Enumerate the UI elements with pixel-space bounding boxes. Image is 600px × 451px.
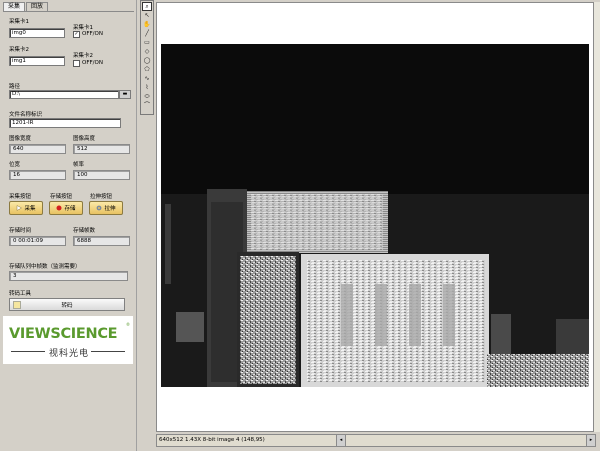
record-icon — [56, 205, 62, 211]
filename-input[interactable]: 1201-IR — [9, 118, 121, 128]
line-tool-icon[interactable]: ╱ — [142, 30, 152, 38]
fps-value: 100 — [73, 170, 130, 180]
depth-label: 位宽 — [9, 162, 21, 168]
pan-tool-icon[interactable]: ✋ — [142, 21, 152, 29]
card1-label: 采集卡1 — [9, 19, 29, 25]
tab-content: 采集卡1 img0 采集卡2 img1 采集卡1 ✓ OFF/ON 采集卡2 O… — [3, 11, 134, 312]
annulus-tool-icon[interactable]: ◯ — [142, 57, 152, 65]
card2-label: 采集卡2 — [9, 47, 29, 53]
store-time-value: 0 00:01:09 — [9, 236, 66, 246]
acq-btn-label: 采集按钮 — [9, 194, 32, 200]
convert-icon — [13, 301, 21, 309]
width-value: 640 — [9, 144, 66, 154]
image-display[interactable] — [156, 2, 594, 432]
logo-divider-right — [91, 351, 125, 352]
folder-icon: ▬ — [122, 91, 128, 97]
acquire-button[interactable]: 采集 — [9, 201, 43, 215]
chk2-group-label: 采集卡2 — [73, 53, 93, 59]
scroll-left-arrow-icon[interactable]: ◂ — [337, 435, 346, 446]
store-btn-label: 存储按钮 — [50, 194, 73, 200]
rotated-rect-tool-icon[interactable]: ◇ — [142, 48, 152, 56]
display-top-area — [157, 3, 593, 43]
filename-label: 文件名称标识 — [9, 112, 43, 118]
infrared-image — [161, 44, 589, 387]
store-button[interactable]: 存储 — [49, 201, 83, 215]
tab-acquire[interactable]: 采集 — [3, 2, 26, 11]
scroll-right-arrow-icon[interactable]: ▸ — [586, 435, 595, 446]
height-value: 512 — [73, 144, 130, 154]
card2-input[interactable]: img1 — [9, 56, 65, 66]
card1-checkbox-text: OFF/ON — [82, 31, 103, 37]
card1-input[interactable]: img0 — [9, 28, 65, 38]
depth-value: 16 — [9, 170, 66, 180]
chk1-group-label: 采集卡1 — [73, 25, 93, 31]
freehand-tool-icon[interactable]: ∿ — [142, 75, 152, 83]
broken-line-tool-icon[interactable]: ⌒ — [142, 102, 152, 110]
path-label: 路径 — [9, 84, 21, 90]
store-frames-label: 存储帧数 — [73, 228, 96, 234]
logo-divider-left — [11, 351, 45, 352]
card2-checkbox[interactable] — [73, 60, 80, 67]
polyline-tool-icon[interactable]: ⌇ — [142, 84, 152, 92]
brand-logo: VIEWSCIENCE ® 视科光电 — [3, 316, 133, 364]
polygon-tool-icon[interactable]: ⬠ — [142, 66, 152, 74]
pointer-tool-icon[interactable]: ↖ — [142, 12, 152, 20]
path-input[interactable]: D:\ — [9, 90, 119, 99]
gear-icon — [97, 205, 102, 211]
vertical-scrollbar[interactable] — [594, 2, 600, 432]
zoom-tool-icon[interactable]: ⌕ — [142, 2, 152, 11]
image-status-bar: 640x512 1.43X 8-bit image 4 (148,95) — [156, 434, 338, 447]
pull-btn-label: 拉伸按钮 — [90, 194, 113, 200]
height-label: 图像高度 — [73, 136, 96, 142]
store-time-label: 存储时间 — [9, 228, 32, 234]
logo-text: VIEWSCIENCE — [9, 326, 118, 342]
card2-checkbox-text: OFF/ON — [82, 60, 103, 66]
tab-bar: 采集 回放 — [3, 2, 49, 11]
queue-label: 存储队列中帧数（监测需要） — [9, 264, 81, 270]
browse-folder-button[interactable]: ▬ — [119, 90, 131, 99]
fps-label: 帧率 — [73, 162, 85, 168]
rectangle-tool-icon[interactable]: ▭ — [142, 39, 152, 47]
queue-value: 3 — [9, 271, 128, 281]
tool-label: 转码工具 — [9, 291, 32, 297]
control-panel: 采集 回放 采集卡1 img0 采集卡2 img1 采集卡1 ✓ OFF/ON … — [0, 0, 137, 451]
stretch-button[interactable]: 拉伸 — [89, 201, 123, 215]
play-icon — [17, 205, 23, 211]
tool-palette: ⌕ ↖ ✋ ╱ ▭ ◇ ◯ ⬠ ∿ ⌇ ⬭ ⌒ — [140, 0, 154, 115]
store-frames-value: 6888 — [73, 236, 130, 246]
logo-registered: ® — [126, 322, 130, 327]
oval-tool-icon[interactable]: ⬭ — [142, 93, 152, 101]
tab-playback[interactable]: 回放 — [26, 2, 49, 11]
convert-button[interactable]: 转码 — [9, 298, 125, 311]
width-label: 图像宽度 — [9, 136, 32, 142]
logo-subtitle: 视科光电 — [49, 349, 90, 359]
card1-checkbox[interactable]: ✓ — [73, 31, 80, 38]
horizontal-scrollbar[interactable]: ◂ ▸ — [336, 434, 596, 447]
